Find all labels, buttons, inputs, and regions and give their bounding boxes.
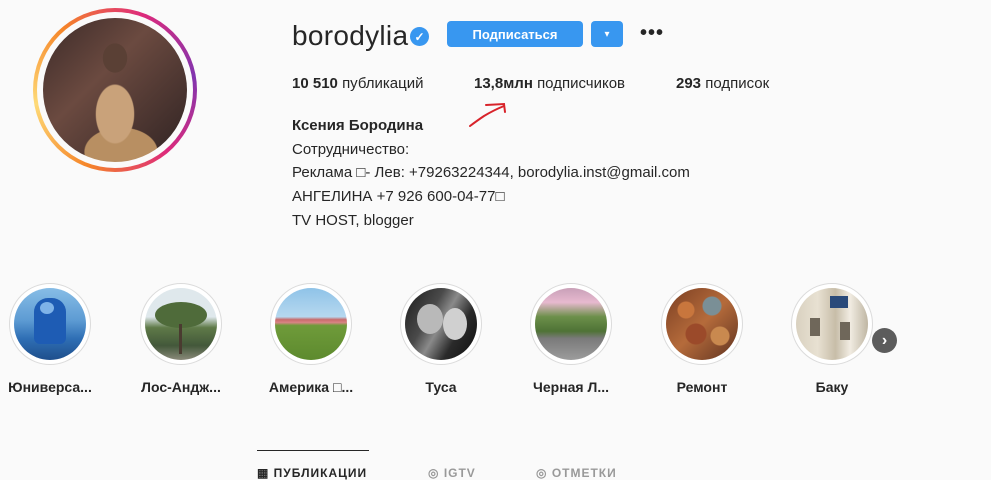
highlight-cover [275, 288, 347, 360]
follow-button[interactable]: Подписаться [447, 21, 583, 47]
avatar-photo [43, 18, 187, 162]
highlight-item[interactable]: Юниверса... [7, 283, 93, 395]
posts-value: 10 510 [292, 75, 338, 92]
followers-label: подписчиков [537, 75, 626, 92]
chevron-right-icon[interactable]: › [872, 328, 897, 353]
tab-posts[interactable]: ▦ ПУБЛИКАЦИИ [257, 466, 367, 480]
highlight-label: Ремонт [676, 379, 728, 395]
highlight-ring [270, 283, 352, 365]
highlight-ring [791, 283, 873, 365]
more-options-icon[interactable]: ••• [640, 22, 664, 45]
following-label: подписок [705, 75, 770, 92]
igtv-icon: ◎ [428, 466, 444, 480]
highlight-label: Баку [815, 379, 849, 395]
following-value: 293 [676, 75, 702, 92]
highlight-cover [405, 288, 477, 360]
highlight-ring [530, 283, 612, 365]
tab-tagged[interactable]: ◎ ОТМЕТКИ [536, 466, 617, 480]
grid-icon: ▦ [257, 466, 274, 480]
tab-label: IGTV [443, 466, 476, 480]
highlight-label: Америка □... [268, 379, 354, 395]
bio-line: АНГЕЛИНА +7 926 600-04-77□ [292, 188, 505, 205]
tab-igtv[interactable]: ◎ IGTV [428, 466, 476, 480]
posts-label: публикаций [342, 75, 424, 92]
highlight-item[interactable]: Туса [398, 283, 484, 395]
highlight-label: Юниверса... [8, 379, 92, 395]
highlight-label: Лос-Андж... [141, 379, 221, 395]
highlight-cover [535, 288, 607, 360]
tab-label: ПУБЛИКАЦИИ [273, 466, 368, 480]
highlight-label: Туса [425, 379, 457, 395]
followers-count[interactable]: 13,8млн подписчиков [474, 75, 625, 92]
bio-line: Сотрудничество: [292, 141, 410, 158]
annotation-arrow-icon [469, 102, 506, 127]
following-count[interactable]: 293 подписок [676, 75, 769, 92]
highlight-cover [666, 288, 738, 360]
avatar[interactable] [33, 8, 197, 172]
active-tab-indicator [257, 450, 369, 451]
tab-label: ОТМЕТКИ [551, 466, 617, 480]
highlight-cover [14, 288, 86, 360]
highlight-cover [796, 288, 868, 360]
highlight-ring [400, 283, 482, 365]
avatar-border [37, 12, 193, 168]
posts-count: 10 510 публикаций [292, 75, 424, 92]
verified-check-icon: ✓ [410, 27, 429, 46]
highlight-item[interactable]: Ремонт [659, 283, 745, 395]
highlight-ring [140, 283, 222, 365]
highlight-ring [9, 283, 91, 365]
highlight-label: Черная Л... [533, 379, 609, 395]
highlight-item[interactable]: Лос-Андж... [138, 283, 224, 395]
tag-icon: ◎ [536, 466, 552, 480]
highlight-ring [661, 283, 743, 365]
highlight-cover [145, 288, 217, 360]
username: borodylia [292, 20, 409, 51]
bio-line: TV HOST, blogger [292, 212, 414, 229]
followers-value: 13,8млн [474, 75, 533, 92]
bio-line: Реклама □- Лев: +79263224344, borodylia.… [292, 164, 690, 181]
highlight-item[interactable]: Америка □... [268, 283, 354, 395]
highlight-item[interactable]: Черная Л... [528, 283, 614, 395]
chevron-down-icon[interactable]: ▾ [591, 21, 623, 47]
highlight-item[interactable]: Баку [789, 283, 875, 395]
full-name: Ксения Бородина [292, 117, 424, 134]
